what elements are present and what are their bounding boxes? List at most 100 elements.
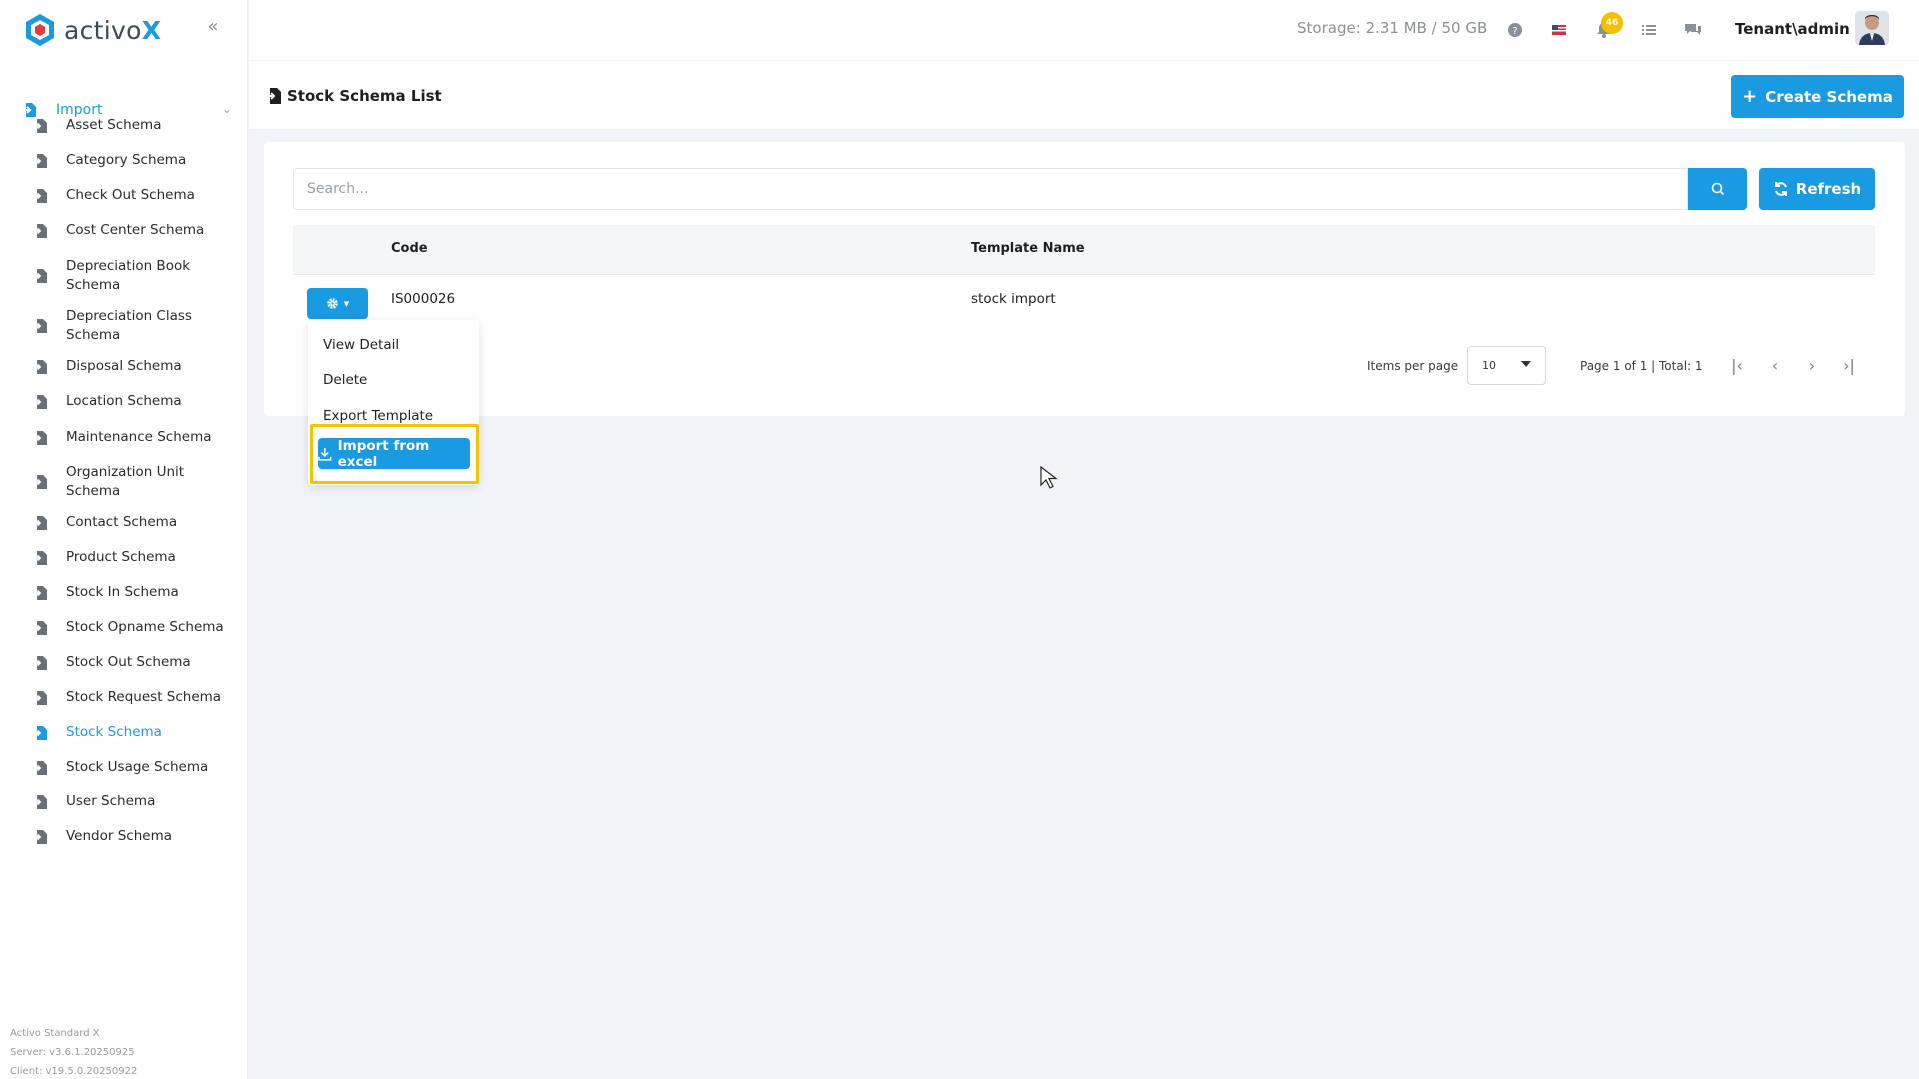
brand-name: activoX — [64, 15, 162, 45]
next-page-icon[interactable]: › — [1801, 355, 1823, 377]
gear-icon — [327, 298, 338, 309]
notification-count-badge: 46 — [1601, 12, 1623, 34]
last-page-icon[interactable]: ›| — [1838, 355, 1860, 377]
sidebar-item-label: User Schema — [66, 793, 156, 809]
menu-item-export-template[interactable]: Export Template — [323, 408, 433, 424]
sidebar-item-label: Depreciation Class Schema — [66, 308, 192, 343]
sidebar-item-contact-schema[interactable]: Contact Schema — [33, 513, 233, 532]
sidebar-item-label: Organization Unit Schema — [66, 464, 185, 499]
chevron-down-icon: ⌄ — [221, 102, 232, 116]
table-header: Code Template Name — [293, 225, 1875, 275]
sidebar-item-depreciation-book-schema[interactable]: Depreciation Book Schema — [33, 257, 233, 295]
search-box — [293, 168, 1688, 210]
schema-file-icon — [33, 725, 47, 740]
sidebar-item-label: Contact Schema — [66, 514, 178, 530]
schema-file-icon — [33, 319, 47, 333]
sidebar-item-asset-schema[interactable]: Asset Schema — [33, 116, 233, 135]
sidebar-item-stock-request-schema[interactable]: Stock Request Schema — [33, 688, 233, 707]
menu-item-delete[interactable]: Delete — [323, 372, 367, 388]
first-page-icon[interactable]: |‹ — [1726, 355, 1748, 377]
schema-file-icon — [33, 515, 47, 530]
caret-down-icon — [1521, 361, 1531, 367]
client-version: Client: v19.5.0.20250922 — [10, 1066, 138, 1077]
download-icon — [318, 447, 332, 461]
sidebar-item-label: Depreciation Book Schema — [66, 258, 191, 293]
refresh-button[interactable]: Refresh — [1759, 168, 1875, 210]
table-row: IS000026 stock import — [293, 276, 1875, 322]
sidebar-item-label: Check Out Schema — [66, 187, 195, 203]
chat-icon[interactable] — [1683, 20, 1703, 40]
sidebar: activoX « Import ⌄ Asset Schema Category … — [0, 0, 248, 1079]
column-header-code[interactable]: Code — [391, 241, 428, 256]
schema-list-card: Refresh Code Template Name IS000026 stoc… — [264, 142, 1905, 416]
sidebar-item-product-schema[interactable]: Product Schema — [33, 548, 233, 567]
sidebar-item-label: Stock Request Schema — [66, 689, 222, 705]
sidebar-item-label: Category Schema — [66, 152, 187, 168]
sidebar-item-stock-usage-schema[interactable]: Stock Usage Schema — [33, 758, 233, 777]
schema-file-icon — [33, 829, 47, 844]
create-schema-button[interactable]: + Create Schema — [1731, 75, 1904, 118]
schema-file-icon — [33, 690, 47, 705]
sidebar-item-disposal-schema[interactable]: Disposal Schema — [33, 357, 233, 376]
sidebar-item-check-out-schema[interactable]: Check Out Schema — [33, 186, 233, 205]
search-input[interactable] — [307, 181, 1687, 197]
schema-file-icon — [33, 359, 47, 374]
sidebar-item-depreciation-class-schema[interactable]: Depreciation Class Schema — [33, 307, 233, 345]
schema-file-icon — [33, 794, 47, 809]
cell-code: IS000026 — [391, 291, 456, 307]
items-per-page-label: Items per page — [1367, 359, 1459, 373]
pagination: Items per page 10 Page 1 of 1 | Total: 1… — [264, 346, 1905, 386]
schema-file-icon — [33, 430, 47, 445]
items-per-page-select[interactable]: 10 — [1467, 346, 1546, 385]
product-name: Activo Standard X — [10, 1028, 100, 1039]
sidebar-item-user-schema[interactable]: User Schema — [33, 792, 233, 811]
sidebar-item-label: Stock Usage Schema — [66, 759, 209, 775]
sidebar-item-location-schema[interactable]: Location Schema — [33, 392, 233, 411]
refresh-label: Refresh — [1795, 180, 1862, 198]
sidebar-item-category-schema[interactable]: Category Schema — [33, 151, 233, 170]
sidebar-item-label: Stock Schema — [66, 724, 162, 740]
sidebar-item-label: Product Schema — [66, 549, 176, 565]
page-title: Stock Schema List — [265, 87, 442, 105]
sidebar-item-stock-opname-schema[interactable]: Stock Opname Schema — [33, 618, 233, 637]
sidebar-item-maintenance-schema[interactable]: Maintenance Schema — [33, 428, 233, 447]
user-avatar-icon — [1855, 11, 1889, 45]
schema-file-icon — [33, 153, 47, 168]
import-from-excel-button[interactable]: Import from excel — [318, 438, 470, 470]
column-header-template-name[interactable]: Template Name — [971, 241, 1085, 256]
sidebar-item-label: Vendor Schema — [66, 828, 172, 844]
schema-file-icon — [33, 188, 47, 203]
sidebar-item-organization-unit-schema[interactable]: Organization Unit Schema — [33, 463, 233, 501]
sidebar-item-stock-schema[interactable]: Stock Schema — [33, 723, 233, 742]
sidebar-item-label: Location Schema — [66, 393, 182, 409]
previous-page-icon[interactable]: ‹ — [1764, 355, 1786, 377]
help-icon[interactable]: ? — [1505, 20, 1525, 40]
schema-file-icon — [33, 585, 47, 600]
cell-template-name: stock import — [971, 291, 1056, 307]
create-schema-label: Create Schema — [1765, 87, 1893, 106]
sidebar-item-label: Disposal Schema — [66, 358, 182, 374]
schema-file-icon — [33, 118, 47, 133]
sidebar-item-stock-out-schema[interactable]: Stock Out Schema — [33, 653, 233, 672]
sidebar-item-label: Maintenance Schema — [66, 429, 212, 445]
row-actions-button[interactable]: ▼ — [307, 288, 368, 319]
schema-file-icon — [33, 475, 47, 489]
brand-logo[interactable]: activoX — [22, 10, 161, 50]
schema-file-icon — [33, 760, 47, 775]
avatar[interactable] — [1855, 11, 1889, 45]
user-name[interactable]: Tenant\admin — [1735, 20, 1850, 38]
sidebar-item-stock-in-schema[interactable]: Stock In Schema — [33, 583, 233, 602]
page-header: Stock Schema List + Create Schema — [249, 61, 1919, 129]
search-icon — [1711, 182, 1724, 196]
sidebar-item-label: Stock In Schema — [66, 584, 179, 600]
page-title-text: Stock Schema List — [287, 87, 442, 105]
schema-file-icon — [33, 655, 47, 670]
sidebar-item-vendor-schema[interactable]: Vendor Schema — [33, 827, 233, 846]
menu-item-view-detail[interactable]: View Detail — [323, 337, 399, 353]
language-flag-icon[interactable] — [1549, 20, 1569, 40]
search-button[interactable] — [1688, 168, 1747, 210]
mouse-cursor-icon — [1040, 466, 1058, 489]
collapse-sidebar-icon[interactable]: « — [203, 17, 223, 37]
sidebar-item-cost-center-schema[interactable]: Cost Center Schema — [33, 221, 233, 240]
task-list-icon[interactable] — [1639, 20, 1659, 40]
